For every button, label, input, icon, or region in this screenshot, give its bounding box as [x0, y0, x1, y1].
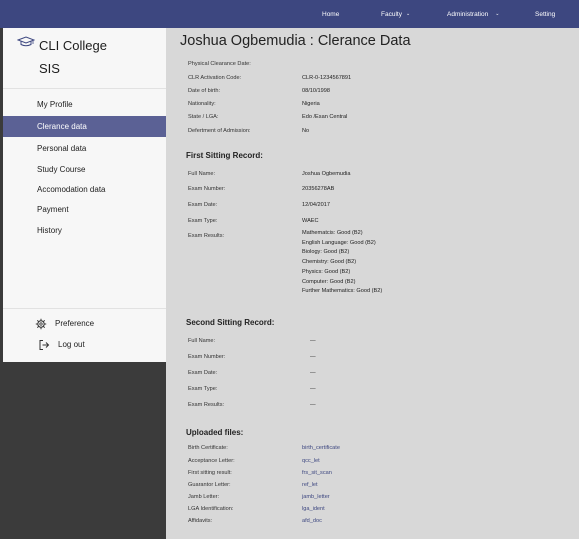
- affidavits-link[interactable]: afd_doc: [302, 518, 322, 524]
- divider: [3, 88, 166, 89]
- dob-label: Date of birth:: [188, 88, 221, 94]
- upload-label: Birth Certificate:: [188, 445, 228, 451]
- result-item: Biology: Good (B2): [302, 249, 350, 256]
- upload-label: First sitting result:: [188, 470, 232, 476]
- second-full-name-value: —: [310, 338, 316, 344]
- sidebar-item-label: History: [37, 226, 62, 235]
- first-exam-type-value: WAEC: [302, 218, 319, 224]
- first-sitting-result-link[interactable]: frs_sit_scan: [302, 470, 332, 476]
- nav-home-link[interactable]: Home: [322, 0, 339, 28]
- sidebar-item-accomodation-data[interactable]: Accomodation data: [3, 179, 166, 200]
- sidebar-item-my-profile[interactable]: My Profile: [3, 94, 166, 115]
- result-item: Physics: Good (B2): [302, 268, 351, 275]
- upload-label: Acceptance Letter:: [188, 458, 235, 464]
- main-content: Joshua Ogbemudia : Clerance Data Physica…: [166, 28, 579, 539]
- sidebar-item-personal-data[interactable]: Personal data: [3, 138, 166, 159]
- logout-label: Log out: [58, 340, 85, 349]
- brand-subtitle: SIS: [39, 61, 60, 76]
- dob-value: 08/10/1998: [302, 88, 330, 94]
- first-full-name-value: Joshua Ogbemudia: [302, 171, 351, 177]
- second-exam-results-label: Exam Results:: [188, 402, 225, 408]
- second-exam-number-label: Exam Number:: [188, 354, 226, 360]
- nav-faculty-label: Faculty: [381, 10, 402, 18]
- result-item: Chemistry: Good (B2): [302, 259, 357, 266]
- sidebar-item-history[interactable]: History: [3, 220, 166, 241]
- divider: [3, 308, 166, 309]
- sidebar-item-label: Accomodation data: [37, 185, 106, 194]
- sidebar-item-label: Payment: [37, 205, 69, 214]
- defertment-label: Defertment of Admission:: [188, 128, 251, 134]
- exam-results-list: Mathematcis: Good (B2) English Language:…: [302, 229, 382, 297]
- first-exam-type-label: Exam Type:: [188, 218, 218, 224]
- sidebar-item-label: My Profile: [37, 100, 73, 109]
- top-navbar: Home Faculty ⌄ Administration ⌄ Setting: [0, 0, 579, 28]
- first-exam-date-label: Exam Date:: [188, 202, 218, 208]
- sidebar-item-label: Clerance data: [37, 122, 87, 131]
- second-exam-number-value: —: [310, 354, 316, 360]
- page-title: Joshua Ogbemudia : Clerance Data: [180, 33, 411, 49]
- second-sitting-heading: Second Sitting Record:: [186, 318, 275, 327]
- first-exam-number-label: Exam Number:: [188, 186, 226, 192]
- sidebar-item-study-course[interactable]: Study Course: [3, 159, 166, 180]
- sidebar-item-payment[interactable]: Payment: [3, 199, 166, 220]
- second-exam-date-value: —: [310, 370, 316, 376]
- state-lga-label: State / LGA:: [188, 114, 219, 120]
- brand-name: CLI College: [39, 38, 107, 53]
- upload-label: Affidavits:: [188, 518, 213, 524]
- chevron-down-icon: ⌄: [405, 11, 411, 17]
- first-sitting-heading: First Sitting Record:: [186, 151, 263, 160]
- jamb-letter-link[interactable]: jamb_letter: [302, 494, 330, 500]
- upload-label: Guarantor Letter:: [188, 482, 231, 488]
- clr-code-value: CLR-0-1234567891: [302, 75, 352, 81]
- result-item: English Language: Good (B2): [302, 239, 376, 246]
- nav-administration-label: Administration: [447, 10, 489, 18]
- nav-setting-link[interactable]: Setting: [535, 0, 555, 28]
- nationality-label: Nationality:: [188, 101, 216, 107]
- second-exam-results-value: —: [310, 402, 316, 408]
- nav-faculty-dropdown[interactable]: Faculty ⌄: [381, 0, 410, 28]
- lga-identification-link[interactable]: lga_ident: [302, 506, 325, 512]
- result-item: Further Mathematics: Good (B2): [302, 288, 383, 295]
- state-lga-value: Edo /Esan Central: [302, 114, 348, 120]
- first-exam-number-value: 20356278AB: [302, 186, 335, 192]
- upload-label: LGA Identification:: [188, 506, 234, 512]
- nationality-value: Nigeria: [302, 101, 320, 107]
- birth-certificate-link[interactable]: birth_certificate: [302, 445, 340, 451]
- sidebar: CLI College SIS My Profile Clerance data…: [3, 28, 166, 362]
- second-exam-type-label: Exam Type:: [188, 386, 218, 392]
- nav-home-label: Home: [322, 10, 340, 18]
- first-exam-date-value: 12/04/2017: [302, 202, 330, 208]
- uploaded-files-heading: Uploaded files:: [186, 428, 244, 437]
- clr-code-label: CLR Activation Code:: [188, 75, 242, 81]
- second-exam-date-label: Exam Date:: [188, 370, 218, 376]
- result-item: Mathematcis: Good (B2): [302, 230, 363, 236]
- acceptance-letter-link[interactable]: qcc_let: [302, 458, 320, 464]
- result-item: Computer: Good (B2): [302, 278, 356, 285]
- sidebar-item-clerance-data[interactable]: Clerance data: [3, 116, 166, 137]
- second-exam-type-value: —: [310, 386, 316, 392]
- logout-icon: [39, 340, 50, 350]
- nav-administration-dropdown[interactable]: Administration ⌄: [447, 0, 499, 28]
- sidebar-item-label: Study Course: [37, 165, 86, 174]
- preference-label: Preference: [55, 319, 95, 328]
- guarantor-letter-link[interactable]: ref_let: [302, 482, 318, 488]
- first-full-name-label: Full Name:: [188, 171, 216, 177]
- clearance-date-label: Physical Clearance Date:: [188, 61, 251, 67]
- second-full-name-label: Full Name:: [188, 338, 216, 344]
- gear-icon: [35, 318, 47, 330]
- chevron-down-icon: ⌄: [495, 11, 500, 17]
- nav-setting-label: Setting: [535, 10, 556, 18]
- upload-label: Jamb Letter:: [188, 494, 220, 500]
- first-exam-results-label: Exam Results:: [188, 233, 225, 239]
- defertment-value: No: [302, 128, 310, 134]
- graduation-cap-icon: [17, 36, 35, 47]
- sidebar-item-label: Personal data: [37, 144, 87, 153]
